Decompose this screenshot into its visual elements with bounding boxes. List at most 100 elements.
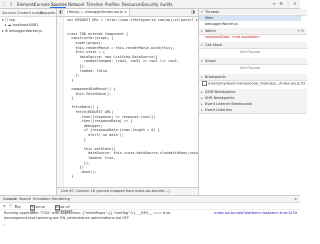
dom-breakpoints-title: DOM Breakpoints xyxy=(205,90,236,94)
clear-console-icon[interactable]: ⊘ xyxy=(3,204,6,208)
filter-icon[interactable]: ▽ xyxy=(9,204,12,208)
code-line[interactable]: }); xyxy=(67,161,90,165)
code-line[interactable]: constructor(props) { xyxy=(67,36,113,40)
thread-main[interactable]: Main xyxy=(199,16,301,21)
breakpoints-title: Breakpoints xyxy=(205,75,226,79)
console-source-link[interactable]: index.ios.bundle?platform=ios&dev=true:1… xyxy=(214,211,297,215)
scope-title: Scope xyxy=(205,59,216,63)
code-line[interactable]: alert('no data'); xyxy=(67,133,124,137)
code-line[interactable]: } xyxy=(67,78,73,82)
console-drawer-icon[interactable]: ≡ xyxy=(272,2,276,6)
code-line[interactable]: this.fetchData(); xyxy=(67,92,111,96)
code-line[interactable]: dataSource: new ListView.DataSource({ xyxy=(67,55,158,59)
code-line[interactable]: componentDidMount() { xyxy=(67,87,115,91)
cursor-position: Line 67, Column 16 (source mapped from i… xyxy=(61,189,170,193)
console-drawer-tabs: Console Search Emulation Rendering × xyxy=(0,196,300,203)
callstack-section-header[interactable]: ▾ Call Stack xyxy=(199,42,307,49)
scope-section-header[interactable]: ▾ Scope xyxy=(199,58,307,65)
xhr-breakpoints-title: XHR Breakpoints xyxy=(205,96,235,100)
breakpoints-section-header[interactable]: ▾ Breakpoints xyxy=(199,74,307,81)
tree-item-label: top xyxy=(9,18,16,22)
code-line[interactable]: class TOD extends Component { xyxy=(67,32,128,36)
line-gutter[interactable] xyxy=(57,17,64,187)
code-line[interactable]: .then((response) => response.json()) xyxy=(67,115,156,119)
code-line[interactable]: this.renderMovie = this.renderMovie.bind… xyxy=(67,46,174,50)
code-line[interactable]: } xyxy=(67,96,73,100)
code-line[interactable]: super(props); xyxy=(67,41,102,45)
code-line[interactable]: fetch(REQUEST_URL) xyxy=(67,110,113,114)
breakpoint-location: /Users/my/react-native/node_modules/.../… xyxy=(208,81,306,86)
context-select[interactable]: top ▾ xyxy=(15,204,21,209)
code-line[interactable]: this.setState({ xyxy=(67,147,116,151)
event-listeners-header[interactable]: ▸ Event Listeners xyxy=(199,107,307,114)
callstack-status: Not Paused xyxy=(199,50,301,54)
watch-expression-text: responseData: <not available> xyxy=(205,35,261,39)
sources-navigator: Sources Content scripts Snippets ▾ ▢ top… xyxy=(0,9,57,195)
tab-audits[interactable]: Audits xyxy=(160,2,173,7)
tab-resources[interactable]: Resources xyxy=(122,2,142,7)
toggle-navigator-icon[interactable]: ◧ xyxy=(59,10,63,14)
code-line[interactable]: }) xyxy=(67,165,84,169)
watch-section-header[interactable]: ▾ Watch + ↻ xyxy=(199,28,307,35)
tab-bar-right-tools: ≡ ⚙ ⋮ × xyxy=(272,2,297,6)
code-line[interactable]: loaded: true, xyxy=(67,156,115,160)
device-mode-icon[interactable]: ▯ xyxy=(9,2,13,6)
console-message: development-level warning are ON, perfor… xyxy=(4,216,130,220)
code-line[interactable]: .done(); xyxy=(67,170,97,174)
watch-title: Watch xyxy=(205,29,216,33)
tree-item-label: localhost:8081 xyxy=(12,23,39,27)
tab-profiles[interactable]: Profiles xyxy=(105,2,120,7)
tab-network[interactable]: Network xyxy=(68,2,85,7)
callstack-status-text: Not Paused xyxy=(240,50,260,54)
threads-section: Main debuggerWorker.js xyxy=(199,15,301,27)
active-tab-indicator xyxy=(50,7,66,8)
tree-item-worker[interactable]: ▸ ⚙ debuggerWorker.js xyxy=(2,29,42,33)
navigator-tab-snippets[interactable]: Snippets xyxy=(40,11,55,15)
event-listener-breakpoints-title: Event Listener Breakpoints xyxy=(205,102,253,106)
tab-elements[interactable]: Elements xyxy=(17,2,36,7)
threads-title: Threads xyxy=(205,10,220,14)
drawer-tab-rendering[interactable]: Rendering xyxy=(52,197,70,201)
thread-worker[interactable]: debuggerWorker.js xyxy=(205,22,238,26)
drawer-tab-emulation[interactable]: Emulation xyxy=(33,197,51,201)
debugger-sidebar: ▾ Threads Main debuggerWorker.js ▾ Watch + … xyxy=(198,9,307,195)
code-line[interactable]: }; xyxy=(67,73,79,77)
toggle-debugger-icon[interactable]: ◨ xyxy=(191,10,195,14)
code-line[interactable]: this.state = { xyxy=(67,50,105,54)
breakpoint-item[interactable]: /Users/my/react-native/node_modules/.../… xyxy=(199,81,306,86)
code-editor: ◧ (Yokyo) /...debugger/index.ios.js × ◨ … xyxy=(57,9,231,195)
code-line[interactable]: loaded: false, xyxy=(67,69,110,73)
scope-status: Not Paused xyxy=(199,66,301,70)
file-tab-index-ios[interactable]: (Yokyo) /...debugger/index.ios.js × xyxy=(65,9,130,16)
code-line[interactable]: if (responseData.items.length > 0) { xyxy=(67,128,160,132)
watch-expression[interactable]: responseData: <not available> xyxy=(199,35,307,39)
scope-status-text: Not Paused xyxy=(240,66,260,70)
code-line[interactable]: fetchData() { xyxy=(67,105,98,109)
code-line[interactable]: } xyxy=(67,174,73,178)
code-line[interactable]: } xyxy=(67,138,86,142)
close-drawer-icon[interactable]: × xyxy=(294,197,297,201)
tab-timeline[interactable]: Timeline xyxy=(86,2,103,7)
drawer-tab-console[interactable]: Console xyxy=(3,197,17,201)
code-line[interactable]: .then((responseData) => { xyxy=(67,119,133,123)
breakpoint-checkbox[interactable] xyxy=(202,81,207,86)
drawer-tab-search[interactable]: Search xyxy=(19,197,31,201)
close-icon[interactable]: × xyxy=(293,2,297,6)
tab-security[interactable]: Security xyxy=(142,2,158,7)
tree-item-label: debuggerWorker.js xyxy=(9,29,42,33)
tab-console[interactable]: Console xyxy=(34,2,50,7)
more-menu-icon[interactable]: ⋮ xyxy=(286,2,290,6)
inspect-element-icon[interactable]: ⬚ xyxy=(2,2,6,6)
code-line[interactable]: debugger; xyxy=(67,124,103,128)
navigator-tab-sources[interactable]: Sources xyxy=(2,11,16,15)
add-watch-icon[interactable]: + ↻ xyxy=(297,28,304,34)
code-line[interactable]: }), xyxy=(67,64,86,68)
callstack-title: Call Stack xyxy=(205,43,223,47)
console-prompt-icon[interactable]: › xyxy=(4,223,5,227)
code-line[interactable]: rowHasChanged: (row1, row2) => row1 !== … xyxy=(67,59,179,63)
tab-bar-tools: ⬚ ▯ xyxy=(2,2,13,6)
tree-item-host[interactable]: ▸ ☁ localhost:8081 xyxy=(5,23,38,27)
tree-item-top[interactable]: ▾ ▢ top xyxy=(2,18,15,22)
settings-icon[interactable]: ⚙ xyxy=(279,2,283,6)
editor-file-tabs: ◧ (Yokyo) /...debugger/index.ios.js × ◨ xyxy=(57,9,198,17)
